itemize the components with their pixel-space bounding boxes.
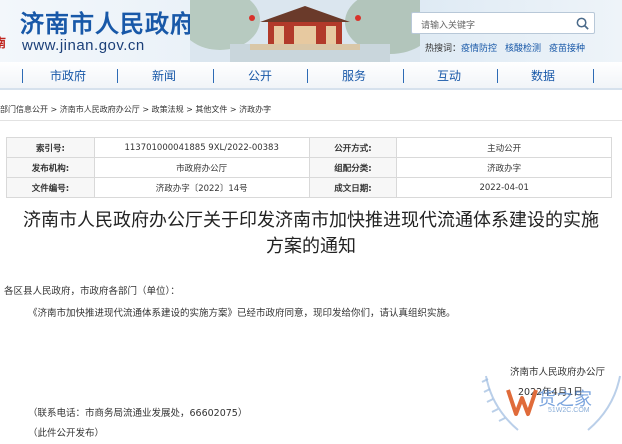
- site-title[interactable]: 济南市人民政府: [20, 4, 195, 39]
- table-row: 发布机构: 市政府办公厅 组配分类: 济政办字: [6, 157, 612, 178]
- site-url[interactable]: www.jinan.gov.cn: [22, 37, 145, 54]
- watermark-url: 51W2C.COM: [548, 407, 590, 414]
- hot-search-label: 热搜词：: [425, 44, 462, 54]
- nav-item-service[interactable]: 服务: [342, 67, 366, 84]
- document-title-line: 方案的通知: [266, 236, 356, 257]
- nav-separator: [497, 69, 498, 83]
- date-label: 成文日期:: [308, 177, 398, 198]
- hot-link-nucleic-test[interactable]: 核酸检测: [505, 44, 541, 54]
- category-value: 济政办字: [396, 157, 612, 178]
- nav-item-open[interactable]: 公开: [248, 67, 272, 84]
- divider: [0, 120, 622, 121]
- main-nav: 市政府 新闻 公开 服务 互动 数据: [0, 62, 622, 90]
- search-input[interactable]: [412, 16, 562, 36]
- search-box: [411, 12, 595, 36]
- nav-separator: [403, 69, 404, 83]
- document-title: 济南市人民政府办公厅关于印发济南市加快推进现代流通体系建设的实施 方案的通知: [0, 208, 622, 260]
- body-paragraph: 《济南市加快推进现代流通体系建设的实施方案》已经市政府同意，现印发给你们，请认真…: [28, 308, 456, 319]
- disclosure-label: 公开方式:: [308, 137, 398, 158]
- nav-separator: [22, 69, 23, 83]
- breadcrumb[interactable]: 部门信息公开 > 济南市人民政府办公厅 > 政策法规 > 其他文件 > 济政办字: [0, 104, 271, 115]
- nav-item-interaction[interactable]: 互动: [437, 67, 461, 84]
- nav-separator: [213, 69, 214, 83]
- table-row: 索引号: 113701000041885 9XL/2022-00383 公开方式…: [6, 137, 612, 158]
- hot-link-epidemic[interactable]: 疫情防控: [461, 44, 497, 54]
- contact-info: （联系电话：市商务局流通业发展处，66602075）: [28, 408, 248, 419]
- nav-item-data[interactable]: 数据: [531, 67, 555, 84]
- publisher-value: 市政府办公厅: [93, 157, 310, 178]
- nav-item-government[interactable]: 市政府: [50, 67, 86, 84]
- category-label: 组配分类:: [308, 157, 398, 178]
- nav-separator: [593, 69, 594, 83]
- index-value: 113701000041885 9XL/2022-00383: [93, 137, 310, 158]
- seal-icon: 南: [0, 36, 7, 50]
- doc-number-label: 文件编号:: [6, 177, 95, 198]
- nav-separator: [117, 69, 118, 83]
- index-label: 索引号:: [6, 137, 95, 158]
- search-icon[interactable]: [575, 16, 590, 31]
- publisher-label: 发布机构:: [6, 157, 95, 178]
- document-title-line: 济南市人民政府办公厅关于印发济南市加快推进现代流通体系建设的实施: [23, 210, 599, 231]
- hot-search: 热搜词：疫情防控 核酸检测 疫苗接种: [425, 41, 593, 54]
- date-value: 2022-04-01: [396, 177, 612, 198]
- hot-link-vaccine[interactable]: 疫苗接种: [549, 44, 585, 54]
- doc-number-value: 济政办字〔2022〕14号: [93, 177, 310, 198]
- table-row: 文件编号: 济政办字〔2022〕14号 成文日期: 2022-04-01: [6, 177, 612, 198]
- nav-separator: [307, 69, 308, 83]
- publish-note: （此件公开发布）: [28, 428, 105, 439]
- pavilion-picture-icon: [190, 0, 420, 62]
- site-header: 南 济南市人民政府 www.jinan.gov.cn 热搜词：疫情防控核酸检测疫…: [0, 0, 622, 62]
- nav-item-news[interactable]: 新闻: [152, 67, 176, 84]
- document-info-table: 索引号: 113701000041885 9XL/2022-00383 公开方式…: [6, 137, 612, 198]
- salutation: 各区县人民政府，市政府各部门（单位）：: [4, 286, 180, 297]
- disclosure-value: 主动公开: [396, 137, 612, 158]
